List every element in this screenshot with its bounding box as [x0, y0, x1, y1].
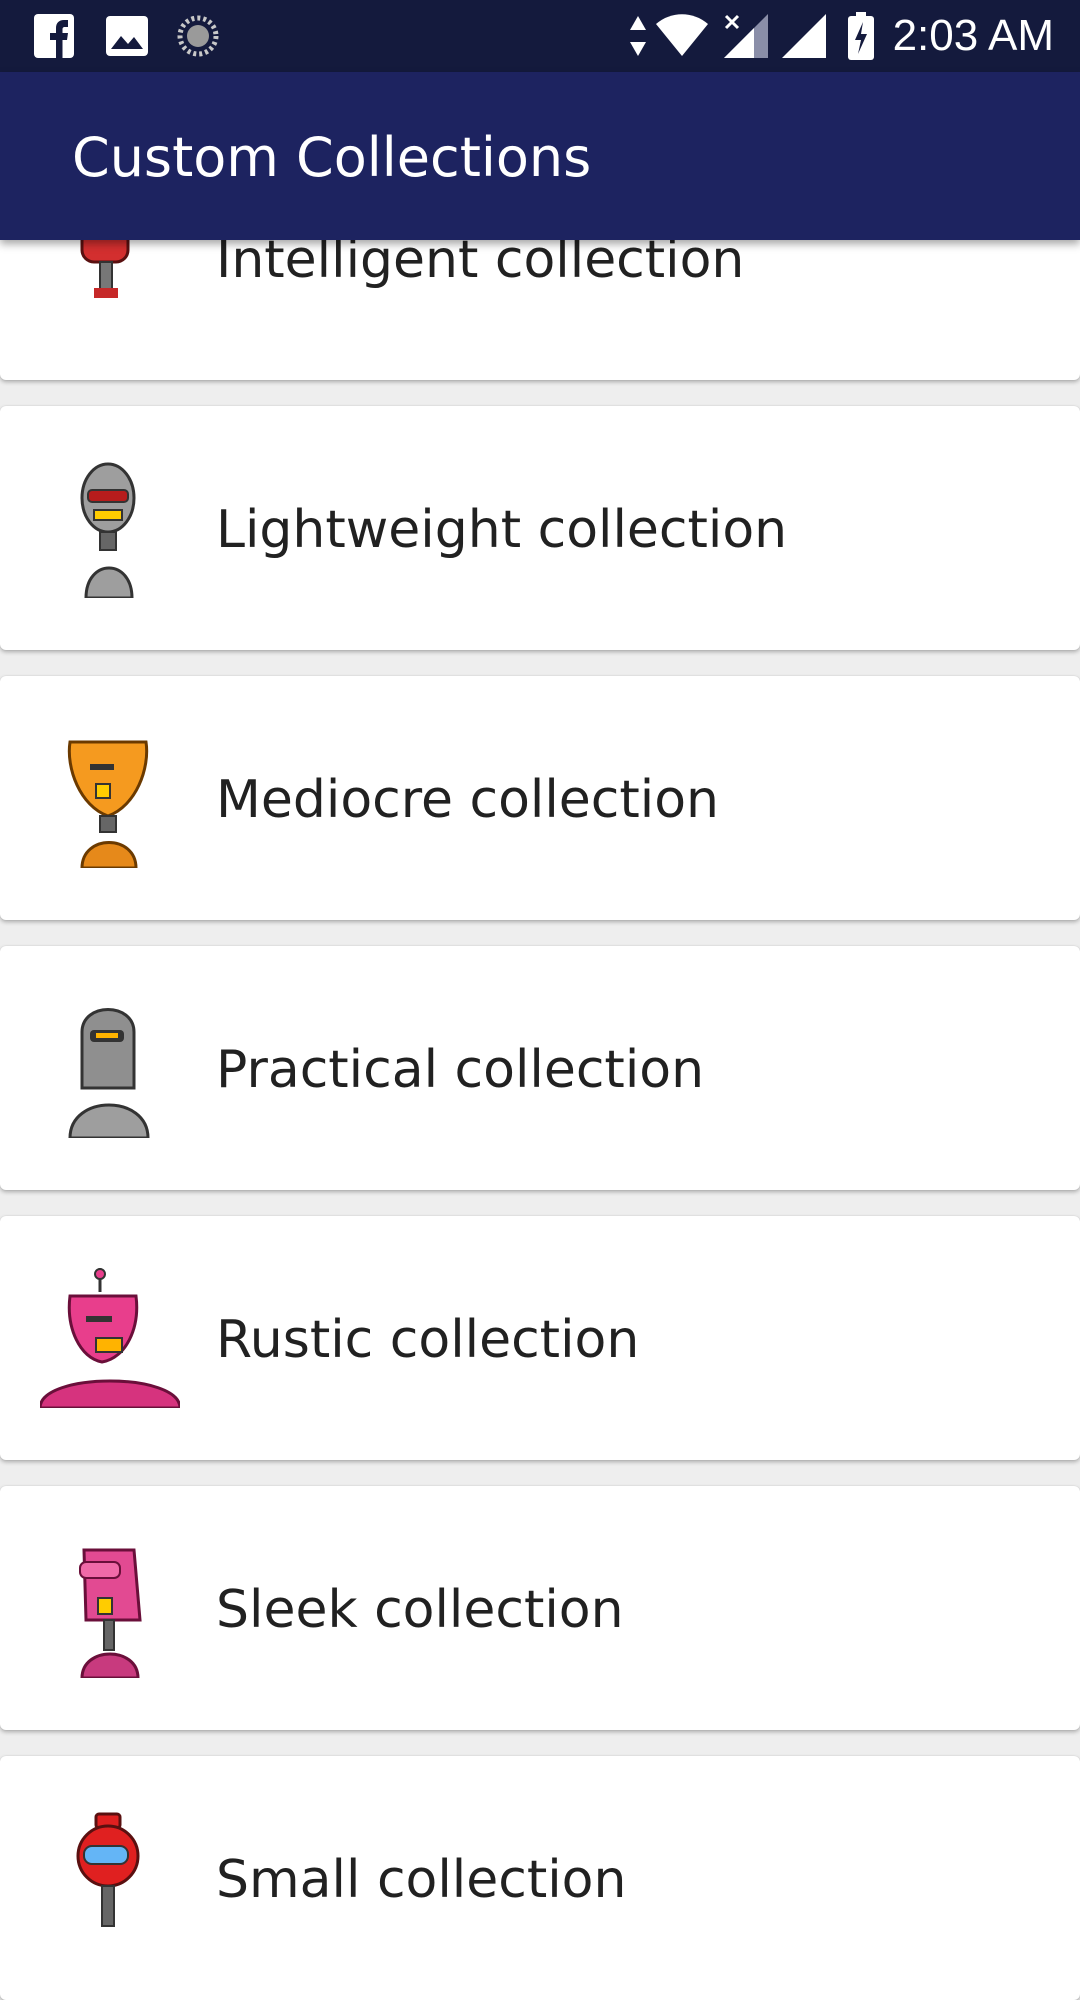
pink-box-robot-icon [79, 1548, 142, 1678]
pink-robot-icon [40, 1268, 180, 1408]
collection-card[interactable]: Rustic collection [0, 1216, 1080, 1460]
collection-label: Rustic collection [216, 1310, 640, 1370]
collection-card[interactable]: Mediocre collection [0, 676, 1080, 920]
collection-label: Practical collection [216, 1040, 705, 1100]
app-bar: Custom Collections [0, 72, 1080, 240]
orange-robot-icon [67, 740, 149, 868]
collection-label: Intelligent collection [216, 230, 745, 290]
collection-label: Mediocre collection [216, 770, 719, 830]
gray-helmet-robot-icon [68, 1008, 150, 1138]
collection-label: Sleek collection [216, 1580, 624, 1640]
red-round-robot-icon [76, 1812, 140, 1927]
collection-card[interactable]: Lightweight collection [0, 406, 1080, 650]
collection-card[interactable]: Practical collection [0, 946, 1080, 1190]
collection-list[interactable]: Intelligent collection Lightweight colle… [0, 0, 1080, 2000]
collection-label: Small collection [216, 1850, 627, 1910]
gray-robot-icon [80, 462, 136, 598]
page-title: Custom Collections [72, 126, 592, 189]
collection-card[interactable]: Sleek collection [0, 1486, 1080, 1730]
collection-card[interactable]: Small collection [0, 1756, 1080, 2000]
collection-label: Lightweight collection [216, 500, 788, 560]
